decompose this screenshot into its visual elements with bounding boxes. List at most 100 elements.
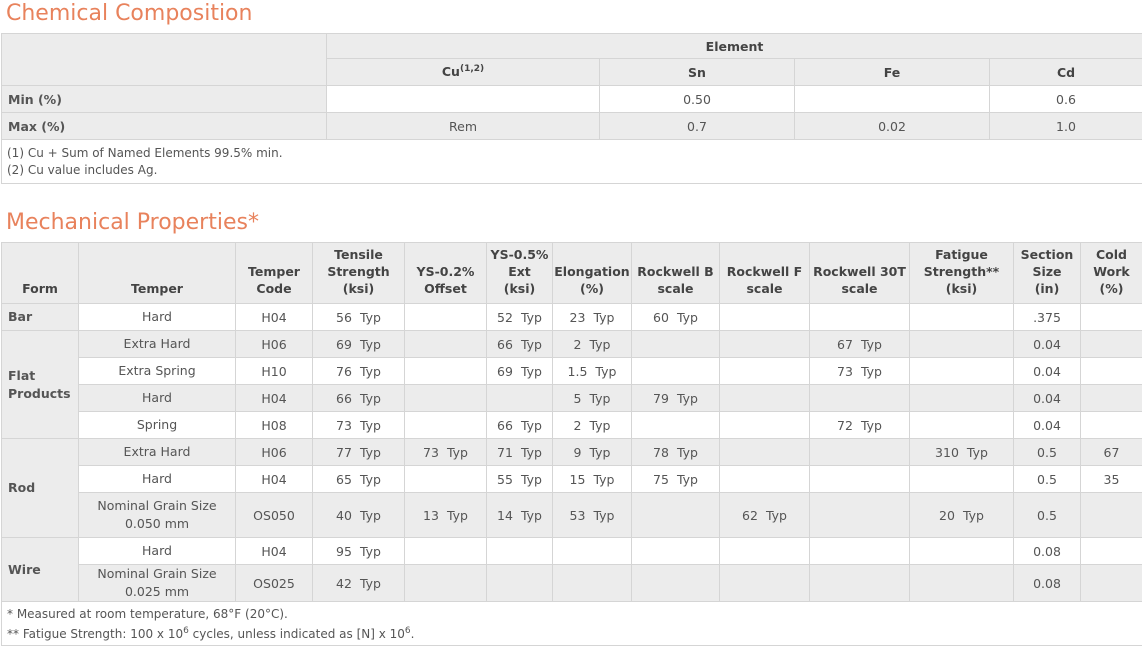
value-cell-el: 2 Typ bbox=[552, 411, 632, 439]
value-cell-ys5: 69 Typ bbox=[486, 357, 553, 385]
cell bbox=[326, 85, 600, 113]
chem-footnotes: (1) Cu + Sum of Named Elements 99.5% min… bbox=[1, 139, 1142, 184]
value-cell-fs bbox=[909, 465, 1014, 493]
column-header-fs: Fatigue Strength** (ksi) bbox=[909, 242, 1014, 304]
value-cell-rf bbox=[719, 564, 810, 602]
form-label: Wire bbox=[1, 537, 79, 602]
value-cell-r30 bbox=[809, 492, 910, 538]
value-cell-r30: 73 Typ bbox=[809, 357, 910, 385]
mechanical-properties-table: Form Temper Temper Code Tensile Strength (ksi)… bbox=[1, 242, 1142, 646]
value-cell-fs bbox=[909, 303, 1014, 331]
cell: 0.7 bbox=[599, 112, 795, 140]
cell: 0.6 bbox=[989, 85, 1142, 113]
value-cell-ts: 66 Typ bbox=[312, 384, 405, 412]
value-cell-fs: 20 Typ bbox=[909, 492, 1014, 538]
table-row: Nominal Grain Size 0.050 mm OS050 40 Typ 13 T… bbox=[1, 492, 1142, 538]
value-cell-rb: 60 Typ bbox=[631, 303, 720, 331]
value-cell-rf bbox=[719, 357, 810, 385]
value-cell-ys2: 13 Typ bbox=[404, 492, 487, 538]
value-cell-ys5: 66 Typ bbox=[486, 411, 553, 439]
value-cell-cw bbox=[1080, 330, 1142, 358]
value-cell-cw bbox=[1080, 303, 1142, 331]
table-row: Spring H08 73 Typ 66 Typ 2 Typ 72 Typ 0.04 bbox=[2, 411, 1142, 439]
value-cell-ss: 0.08 bbox=[1013, 537, 1081, 565]
value-cell-ss: 0.04 bbox=[1013, 330, 1081, 358]
table-row: Hard H04 66 Typ 5 Typ 79 Typ 0.04 bbox=[1, 384, 1142, 412]
value-cell-r30: 67 Typ bbox=[809, 330, 910, 358]
table-row: Wire Hard H04 95 Typ 0.08 bbox=[1, 537, 1142, 602]
temper-code-cell: H04 bbox=[235, 303, 313, 331]
value-cell-rf bbox=[719, 465, 810, 493]
value-cell-r30 bbox=[809, 564, 910, 602]
temper-code-cell: H10 bbox=[235, 357, 313, 385]
temper-cell: Hard bbox=[78, 465, 236, 493]
row-label: Max (%) bbox=[1, 112, 327, 140]
value-cell-ys2 bbox=[404, 411, 487, 439]
mech-footnotes: * Measured at room temperature, 68°F (20… bbox=[1, 601, 1142, 646]
value-cell-ts: 69 Typ bbox=[312, 330, 405, 358]
value-cell-fs bbox=[909, 537, 1014, 565]
value-cell-rb bbox=[631, 330, 720, 358]
temper-code-cell: H04 bbox=[235, 384, 313, 412]
value-cell-ys5 bbox=[486, 537, 553, 565]
value-cell-rf bbox=[719, 438, 810, 466]
element-cd: Cd bbox=[989, 58, 1142, 86]
value-cell-el: 15 Typ bbox=[552, 465, 632, 493]
table-row: Bar Hard H04 56 Typ 52 Typ 23 Typ 60 Typ .375 bbox=[1, 303, 1142, 331]
value-cell-ys5 bbox=[486, 384, 553, 412]
value-cell-rb: 79 Typ bbox=[631, 384, 720, 412]
column-header-rf: Rockwell Fscale bbox=[719, 242, 810, 304]
column-header-ys2: YS-0.2% Offset bbox=[404, 242, 487, 304]
value-cell-fs bbox=[909, 357, 1014, 385]
form-label: Flat Products bbox=[1, 330, 79, 439]
column-header-rb: Rockwell Bscale bbox=[631, 242, 720, 304]
value-cell-r30: 72 Typ bbox=[809, 411, 910, 439]
temper-code-cell: OS050 bbox=[235, 492, 313, 538]
value-cell-ys5 bbox=[486, 564, 553, 602]
value-cell-ts: 56 Typ bbox=[312, 303, 405, 331]
value-cell-ys5: 66 Typ bbox=[486, 330, 553, 358]
temper-cell: Hard bbox=[78, 384, 236, 412]
value-cell-fs bbox=[909, 330, 1014, 358]
value-cell-rf: 62 Typ bbox=[719, 492, 810, 538]
value-cell-el: 1.5 Typ bbox=[552, 357, 632, 385]
value-cell-fs bbox=[909, 384, 1014, 412]
value-cell-rb bbox=[631, 492, 720, 538]
value-cell-rf bbox=[719, 384, 810, 412]
value-cell-rf bbox=[719, 330, 810, 358]
value-cell-ss: 0.5 bbox=[1013, 438, 1081, 466]
value-cell-ts: 77 Typ bbox=[312, 438, 405, 466]
temper-cell: Nominal Grain Size 0.050 mm bbox=[78, 492, 236, 538]
value-cell-ss: 0.08 bbox=[1013, 564, 1081, 602]
column-header-code: Temper Code bbox=[235, 242, 313, 304]
form-label: Rod bbox=[1, 438, 79, 538]
value-cell-ts: 42 Typ bbox=[312, 564, 405, 602]
value-cell-el: 23 Typ bbox=[552, 303, 632, 331]
cell bbox=[794, 85, 990, 113]
value-cell-cw bbox=[1080, 411, 1142, 439]
value-cell-cw: 67 bbox=[1080, 438, 1142, 466]
table-row: Hard H04 65 Typ 55 Typ 15 Typ 75 Typ 0.5 35 bbox=[2, 465, 1142, 493]
chemical-composition-title: Chemical Composition bbox=[6, 1, 253, 26]
footnote: * Measured at room temperature, 68°F (20… bbox=[7, 607, 288, 621]
value-cell-r30 bbox=[809, 465, 910, 493]
value-cell-ss: .375 bbox=[1013, 303, 1081, 331]
value-cell-ys5: 14 Typ bbox=[486, 492, 553, 538]
value-cell-fs bbox=[909, 411, 1014, 439]
value-cell-ys2 bbox=[404, 537, 487, 565]
value-cell-rb: 75 Typ bbox=[631, 465, 720, 493]
value-cell-ts: 40 Typ bbox=[312, 492, 405, 538]
element-header: Element bbox=[326, 33, 1142, 59]
value-cell-cw bbox=[1080, 357, 1142, 385]
value-cell-ys2 bbox=[404, 564, 487, 602]
value-cell-cw bbox=[1080, 492, 1142, 538]
value-cell-rf bbox=[719, 303, 810, 331]
form-label: Bar bbox=[1, 303, 79, 331]
value-cell-rf bbox=[719, 411, 810, 439]
cell: Rem bbox=[326, 112, 600, 140]
temper-cell: Hard bbox=[78, 537, 236, 565]
value-cell-cw bbox=[1080, 564, 1142, 602]
value-cell-ts: 73 Typ bbox=[312, 411, 405, 439]
value-cell-cw: 35 bbox=[1080, 465, 1142, 493]
footnote: (2) Cu value includes Ag. bbox=[7, 162, 158, 177]
